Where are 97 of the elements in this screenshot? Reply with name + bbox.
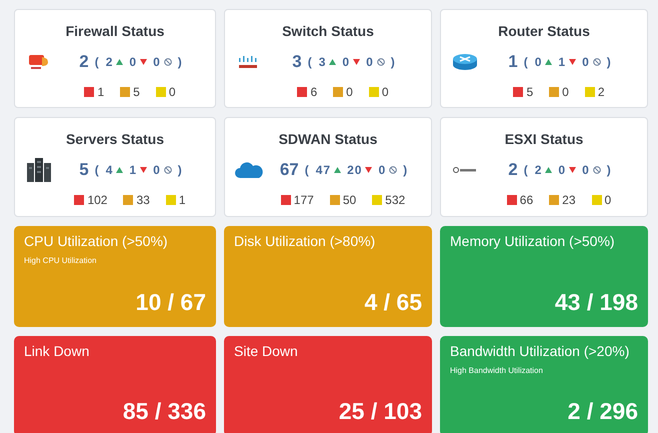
- total-count: 2: [79, 51, 89, 73]
- paren-text: (: [524, 162, 529, 179]
- legend-count: 66: [520, 192, 534, 208]
- down-arrow-icon: [140, 167, 148, 173]
- legend-count: 1: [97, 84, 104, 100]
- tile-value: 4 / 65: [363, 288, 422, 316]
- paren-text: ): [403, 162, 408, 179]
- legend-count: 5: [133, 84, 140, 100]
- up-count: 3: [318, 54, 326, 71]
- unknown-count: 0: [153, 162, 161, 179]
- legend-count: 102: [87, 192, 108, 209]
- down-count: 0: [342, 54, 350, 71]
- down-count: 0: [129, 54, 138, 71]
- paren-text: ): [606, 162, 612, 179]
- unknown-count: 0: [366, 54, 374, 71]
- down-count: 1: [558, 54, 566, 71]
- up-count: 4: [106, 162, 114, 179]
- paren-text: (: [308, 54, 313, 71]
- legend-count: 33: [136, 192, 150, 209]
- legend-count: 23: [562, 192, 576, 208]
- card-title: SDWAN Status: [278, 130, 378, 149]
- blocked-icon: [376, 58, 385, 66]
- tile-title: Bandwidth Utilization (>20%): [450, 342, 630, 361]
- vm-logo-icon: [453, 166, 477, 174]
- total-count: 67: [280, 159, 299, 181]
- down-count: 1: [129, 162, 138, 179]
- tile-value: 85 / 336: [122, 396, 206, 426]
- tile-value: 43 / 198: [554, 288, 638, 316]
- up-arrow-icon: [545, 166, 552, 173]
- blocked-icon: [164, 166, 172, 174]
- blocked-icon: [592, 166, 601, 174]
- blocked-icon: [592, 58, 601, 66]
- unknown-count: 0: [153, 54, 161, 71]
- card-title: Servers Status: [66, 130, 164, 149]
- tile-title: Disk Utilization (>80%): [234, 232, 376, 251]
- legend-count: 6: [310, 84, 318, 100]
- legend-count: 50: [342, 192, 356, 208]
- paren-text: ): [178, 54, 183, 71]
- legend-count: 0: [168, 84, 176, 100]
- total-count: 2: [508, 159, 518, 181]
- tile-subtitle: High Bandwidth Utilization: [450, 365, 544, 377]
- paren-text: (: [304, 162, 310, 179]
- paren-text: (: [94, 162, 100, 179]
- legend-count: 177: [294, 192, 314, 208]
- total-count: 1: [508, 51, 518, 73]
- down-arrow-icon: [569, 58, 576, 65]
- up-count: 2: [106, 54, 114, 71]
- paren-text: ): [390, 54, 396, 71]
- blocked-icon: [389, 166, 398, 174]
- card-title: ESXI Status: [504, 130, 584, 149]
- up-arrow-icon: [116, 167, 124, 173]
- up-arrow-icon: [116, 58, 124, 65]
- legend-count: 0: [346, 84, 353, 100]
- up-count: 0: [534, 54, 542, 71]
- tile-value: 10 / 67: [134, 288, 206, 316]
- up-arrow-icon: [545, 58, 552, 65]
- paren-text: ): [606, 54, 612, 71]
- legend-count: 2: [598, 84, 605, 100]
- total-count: 5: [79, 159, 89, 182]
- legend-count: 532: [385, 192, 406, 208]
- total-count: 3: [292, 51, 302, 73]
- router-icon: [452, 52, 478, 71]
- up-arrow-icon: [329, 58, 336, 65]
- down-arrow-icon: [353, 58, 360, 65]
- server-icon: [26, 157, 52, 183]
- up-arrow-icon: [334, 166, 342, 173]
- down-arrow-icon: [365, 166, 372, 173]
- paren-text: ): [178, 162, 183, 179]
- unknown-count: 0: [582, 54, 590, 71]
- card-title: Firewall Status: [66, 22, 164, 41]
- tile-value: 2 / 296: [566, 396, 638, 426]
- tile-title: CPU Utilization (>50%): [24, 232, 169, 251]
- firewall-icon: [28, 52, 50, 71]
- legend-count: 1: [178, 192, 186, 209]
- blocked-icon: [164, 58, 172, 66]
- down-count: 0: [558, 162, 566, 179]
- tile-title: Memory Utilization (>50%): [450, 232, 616, 251]
- unknown-count: 0: [378, 162, 386, 179]
- up-count: 2: [534, 162, 542, 179]
- tile-title: Link Down: [24, 342, 90, 361]
- unknown-count: 0: [582, 162, 590, 179]
- card-title: Switch Status: [282, 22, 374, 41]
- down-arrow-icon: [140, 58, 148, 65]
- legend-count: 0: [382, 84, 389, 100]
- card-title: Router Status: [498, 22, 590, 41]
- paren-text: (: [94, 54, 100, 71]
- tile-title: Site Down: [234, 342, 299, 361]
- down-arrow-icon: [569, 166, 576, 173]
- paren-text: (: [524, 54, 529, 71]
- legend-count: 0: [562, 84, 569, 100]
- legend-count: 0: [604, 192, 612, 208]
- cloud-icon: [234, 160, 264, 179]
- up-count: 47: [316, 162, 332, 179]
- tile-subtitle: High CPU Utilization: [24, 255, 98, 267]
- down-count: 20: [347, 162, 362, 179]
- legend-count: 5: [526, 84, 534, 100]
- tile-value: 25 / 103: [338, 396, 422, 426]
